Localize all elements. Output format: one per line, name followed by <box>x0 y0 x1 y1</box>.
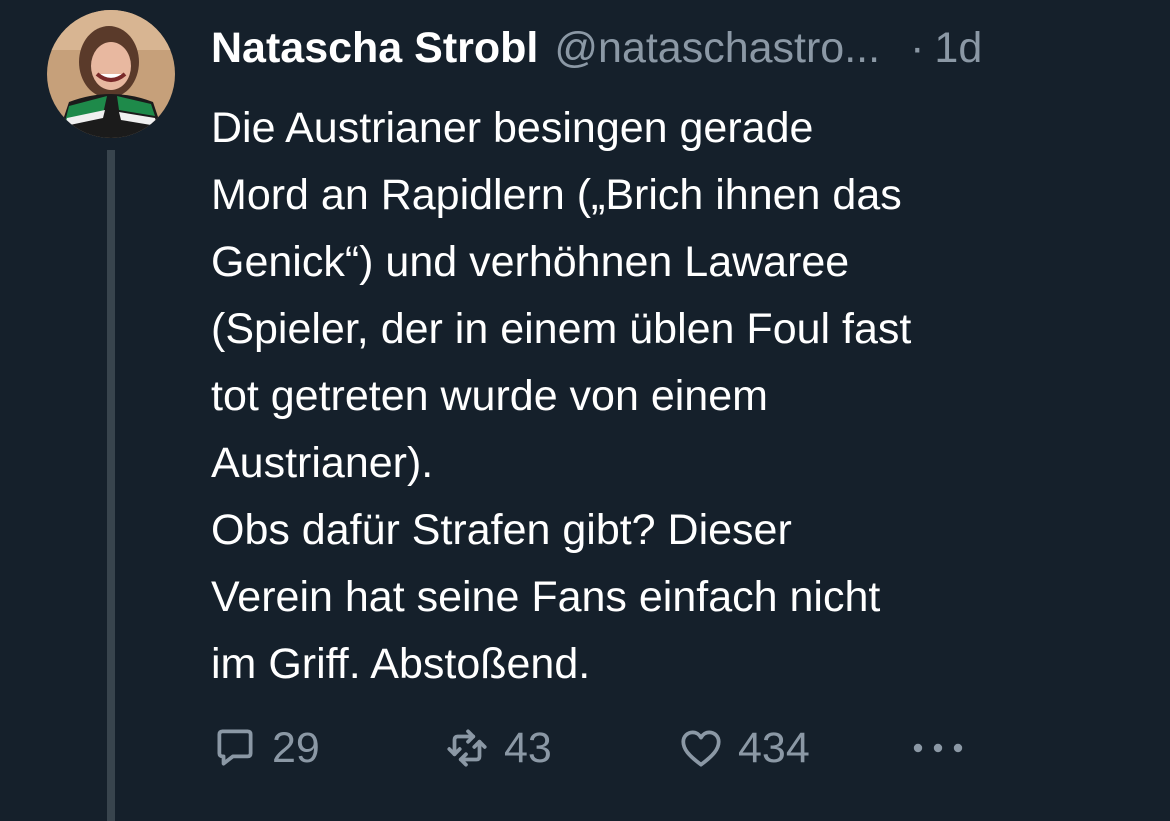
action-bar: 29 43 434 <box>210 718 1010 778</box>
tweet-text-line: Genick“) und verhöhnen Lawaree <box>211 238 850 286</box>
tweet-text-line: Austrianer). <box>211 439 434 487</box>
heart-icon <box>676 723 726 773</box>
avatar[interactable] <box>47 10 175 138</box>
thread-line <box>107 150 115 821</box>
user-handle[interactable]: @nataschastro... <box>554 18 880 78</box>
tweet[interactable]: Natascha Strobl @nataschastro... · 1d Di… <box>0 0 1170 821</box>
avatar-image <box>47 10 175 138</box>
separator-dot: · <box>910 24 925 72</box>
like-button[interactable]: 434 <box>676 718 810 778</box>
retweet-count: 43 <box>504 723 552 772</box>
reply-icon <box>210 723 260 773</box>
display-name[interactable]: Natascha Strobl <box>211 18 538 78</box>
tweet-text-line: Die Austrianer besingen gerade <box>211 104 814 152</box>
tweet-text-line: im Griff. Abstoßend. <box>211 640 591 688</box>
reply-button[interactable]: 29 <box>210 718 320 778</box>
more-button[interactable] <box>908 718 968 778</box>
more-icon <box>908 728 968 768</box>
tweet-text-line: Verein hat seine Fans einfach nicht <box>211 573 881 621</box>
timestamp[interactable]: 1d <box>934 18 982 78</box>
tweet-text-line: Obs dafür Strafen gibt? Dieser <box>211 506 792 554</box>
retweet-icon <box>442 723 492 773</box>
tweet-header: Natascha Strobl @nataschastro... · 1d <box>211 18 982 78</box>
like-count: 434 <box>738 723 810 772</box>
retweet-button[interactable]: 43 <box>442 718 552 778</box>
tweet-text-line: (Spieler, der in einem üblen Foul fast <box>211 305 912 353</box>
tweet-text: Die Austrianer besingen gerade Mord an R… <box>211 95 1131 698</box>
reply-count: 29 <box>272 723 320 772</box>
tweet-text-line: tot getreten wurde von einem <box>211 372 768 420</box>
tweet-text-line: Mord an Rapidlern („Brich ihnen das <box>211 171 902 219</box>
